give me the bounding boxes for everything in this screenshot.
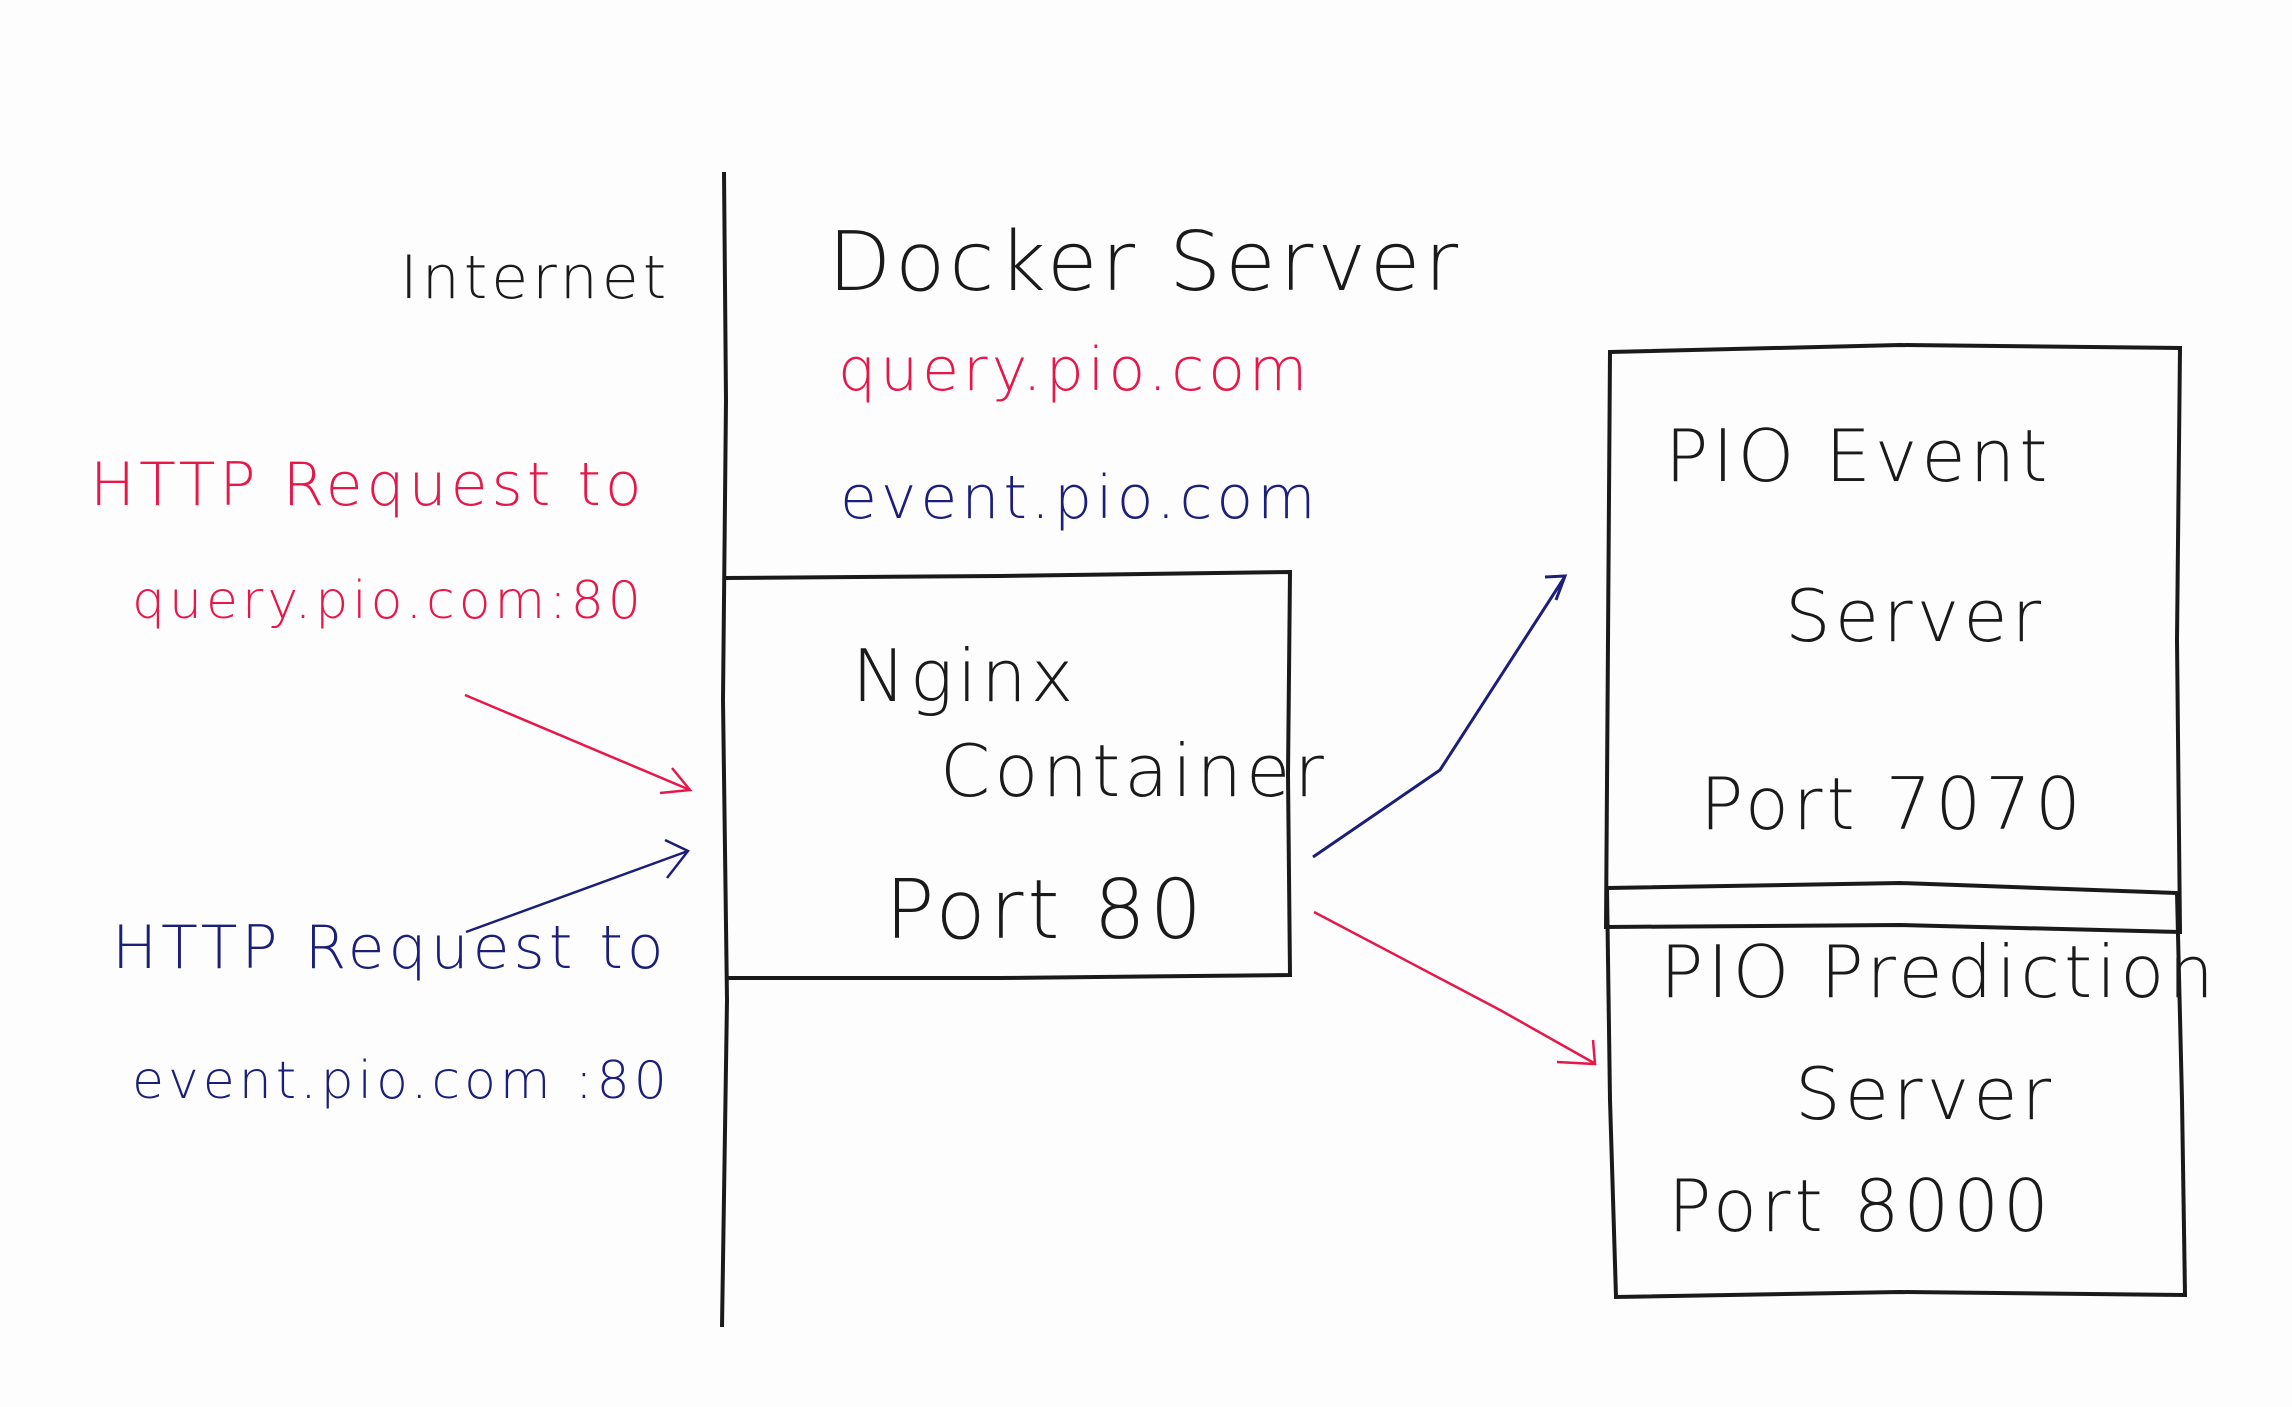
nginx-to-prediction-arrow [1313, 910, 1597, 1066]
event-server-title: PIO Event [1665, 414, 2052, 498]
nginx-container-title: Nginx [852, 634, 1078, 718]
event-server-subtitle: Server [1785, 574, 2046, 658]
event-request-label-line2: event.pio.com :80 [132, 1051, 671, 1111]
docker-server-zone-label: Docker Server [828, 215, 1463, 310]
docker-host-event: event.pio.com [840, 463, 1320, 533]
event-request-label-line1: HTTP Request to [112, 913, 668, 983]
prediction-server-title: PIO Prediction [1660, 930, 2218, 1014]
query-request-label-line1: HTTP Request to [90, 450, 646, 520]
internet-zone-label: Internet [400, 243, 671, 313]
event-server-port: Port 7070 [1700, 762, 2085, 846]
nginx-container-port: Port 80 [885, 863, 1206, 958]
prediction-server-subtitle: Server [1795, 1052, 2056, 1136]
prediction-server-port: Port 8000 [1668, 1164, 2053, 1248]
query-request-label-line2: query.pio.com:80 [132, 571, 645, 631]
diagram-canvas: Internet Docker Server query.pio.com eve… [0, 0, 2292, 1407]
nginx-to-event-arrow [1312, 574, 1568, 859]
internet-boundary-line [720, 171, 730, 1328]
query-request-arrow [464, 693, 693, 795]
nginx-container-subtitle: Container [940, 729, 1328, 813]
docker-host-query: query.pio.com [838, 335, 1312, 405]
